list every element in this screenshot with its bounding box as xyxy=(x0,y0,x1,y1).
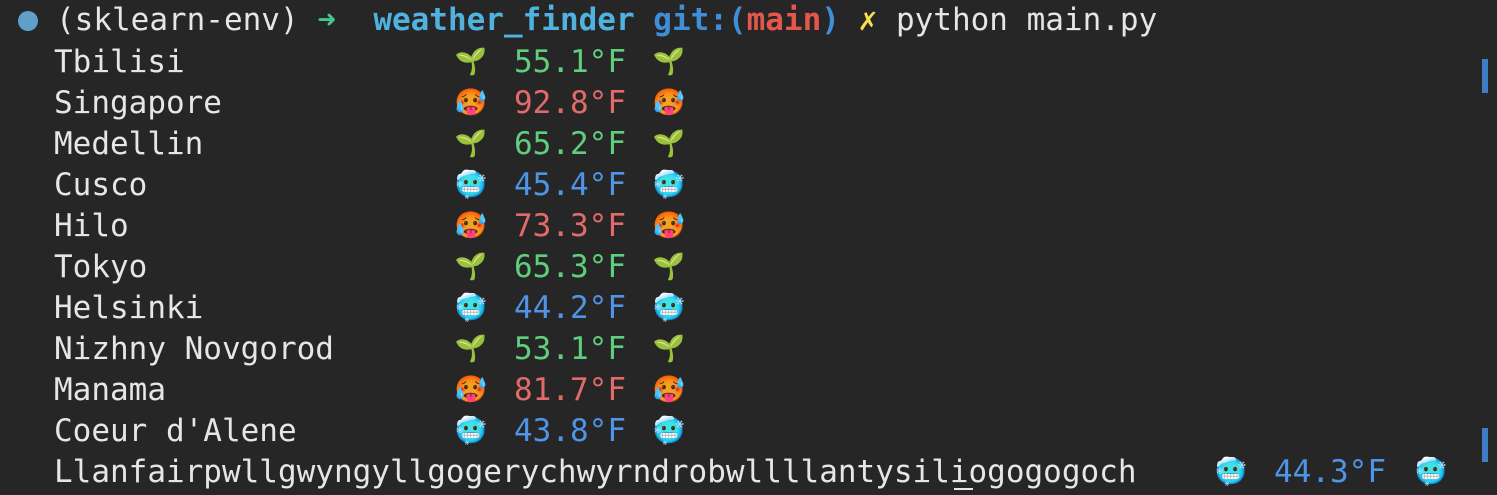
scrollbar-marker-top[interactable] xyxy=(1482,59,1488,93)
city-name: Nizhny Novgorod xyxy=(54,331,334,367)
city-name: Helsinki xyxy=(54,290,204,326)
cold-face-icon: 🥶 xyxy=(652,416,686,446)
city-name: Tbilisi xyxy=(54,44,185,80)
seedling-icon: 🌱 xyxy=(454,47,488,77)
hot-face-icon: 🥵 xyxy=(454,211,488,241)
city-name: Manama xyxy=(54,372,166,408)
temperature-value: 44.2°F xyxy=(514,290,626,326)
city-name: Tokyo xyxy=(54,249,148,285)
city-name: Coeur d'Alene xyxy=(54,413,297,449)
arrow-icon: ➜ xyxy=(317,2,336,38)
hot-face-icon: 🥵 xyxy=(454,375,488,405)
git-branch: main xyxy=(746,2,822,38)
cold-face-icon: 🥶 xyxy=(1414,457,1448,487)
seedling-icon: 🌱 xyxy=(652,252,686,282)
text-cursor xyxy=(954,488,973,490)
temperature-value: 92.8°F xyxy=(514,85,626,121)
directory-name: weather_finder xyxy=(373,2,635,38)
seedling-icon: 🌱 xyxy=(652,47,686,77)
temperature-value: 65.3°F xyxy=(514,249,626,285)
seedling-icon: 🌱 xyxy=(454,129,488,159)
city-name: Cusco xyxy=(54,167,148,203)
seedling-icon: 🌱 xyxy=(652,129,686,159)
scrollbar-marker-bottom[interactable] xyxy=(1482,428,1488,462)
seedling-icon: 🌱 xyxy=(652,334,686,364)
temperature-value: 53.1°F xyxy=(514,331,626,367)
hot-face-icon: 🥵 xyxy=(652,88,686,118)
terminal-window[interactable]: (sklearn-env) ➜ weather_finder git:(main… xyxy=(0,0,1497,495)
cold-face-icon: 🥶 xyxy=(652,170,686,200)
temperature-value: 65.2°F xyxy=(514,126,626,162)
dirty-marker-icon: ✗ xyxy=(858,2,878,38)
temperature-value: 44.3°F xyxy=(1274,454,1386,490)
hot-face-icon: 🥵 xyxy=(454,88,488,118)
temperature-value: 81.7°F xyxy=(514,372,626,408)
city-name: Llanfairpwllgwyngyllgogerychwyrndrobwlll… xyxy=(54,454,1137,490)
virtualenv-label: (sklearn-env) xyxy=(56,2,299,38)
temperature-value: 45.4°F xyxy=(514,167,626,203)
cold-face-icon: 🥶 xyxy=(652,293,686,323)
git-label-open: git:( xyxy=(653,2,747,38)
seedling-icon: 🌱 xyxy=(454,252,488,282)
git-label-close: ) xyxy=(821,2,840,38)
prompt-line: (sklearn-env) ➜ weather_finder git:(main… xyxy=(56,0,1157,41)
city-name: Singapore xyxy=(54,85,222,121)
seedling-icon: 🌱 xyxy=(454,334,488,364)
cold-face-icon: 🥶 xyxy=(1214,457,1248,487)
temperature-value: 55.1°F xyxy=(514,44,626,80)
prompt-status-dot xyxy=(18,11,38,31)
cold-face-icon: 🥶 xyxy=(454,170,488,200)
city-name: Medellin xyxy=(54,126,204,162)
command-text: python main.py xyxy=(895,2,1158,38)
temperature-value: 73.3°F xyxy=(514,208,626,244)
city-name: Hilo xyxy=(54,208,129,244)
hot-face-icon: 🥵 xyxy=(652,375,686,405)
cold-face-icon: 🥶 xyxy=(454,293,488,323)
cold-face-icon: 🥶 xyxy=(454,416,488,446)
temperature-value: 43.8°F xyxy=(514,413,626,449)
hot-face-icon: 🥵 xyxy=(652,211,686,241)
